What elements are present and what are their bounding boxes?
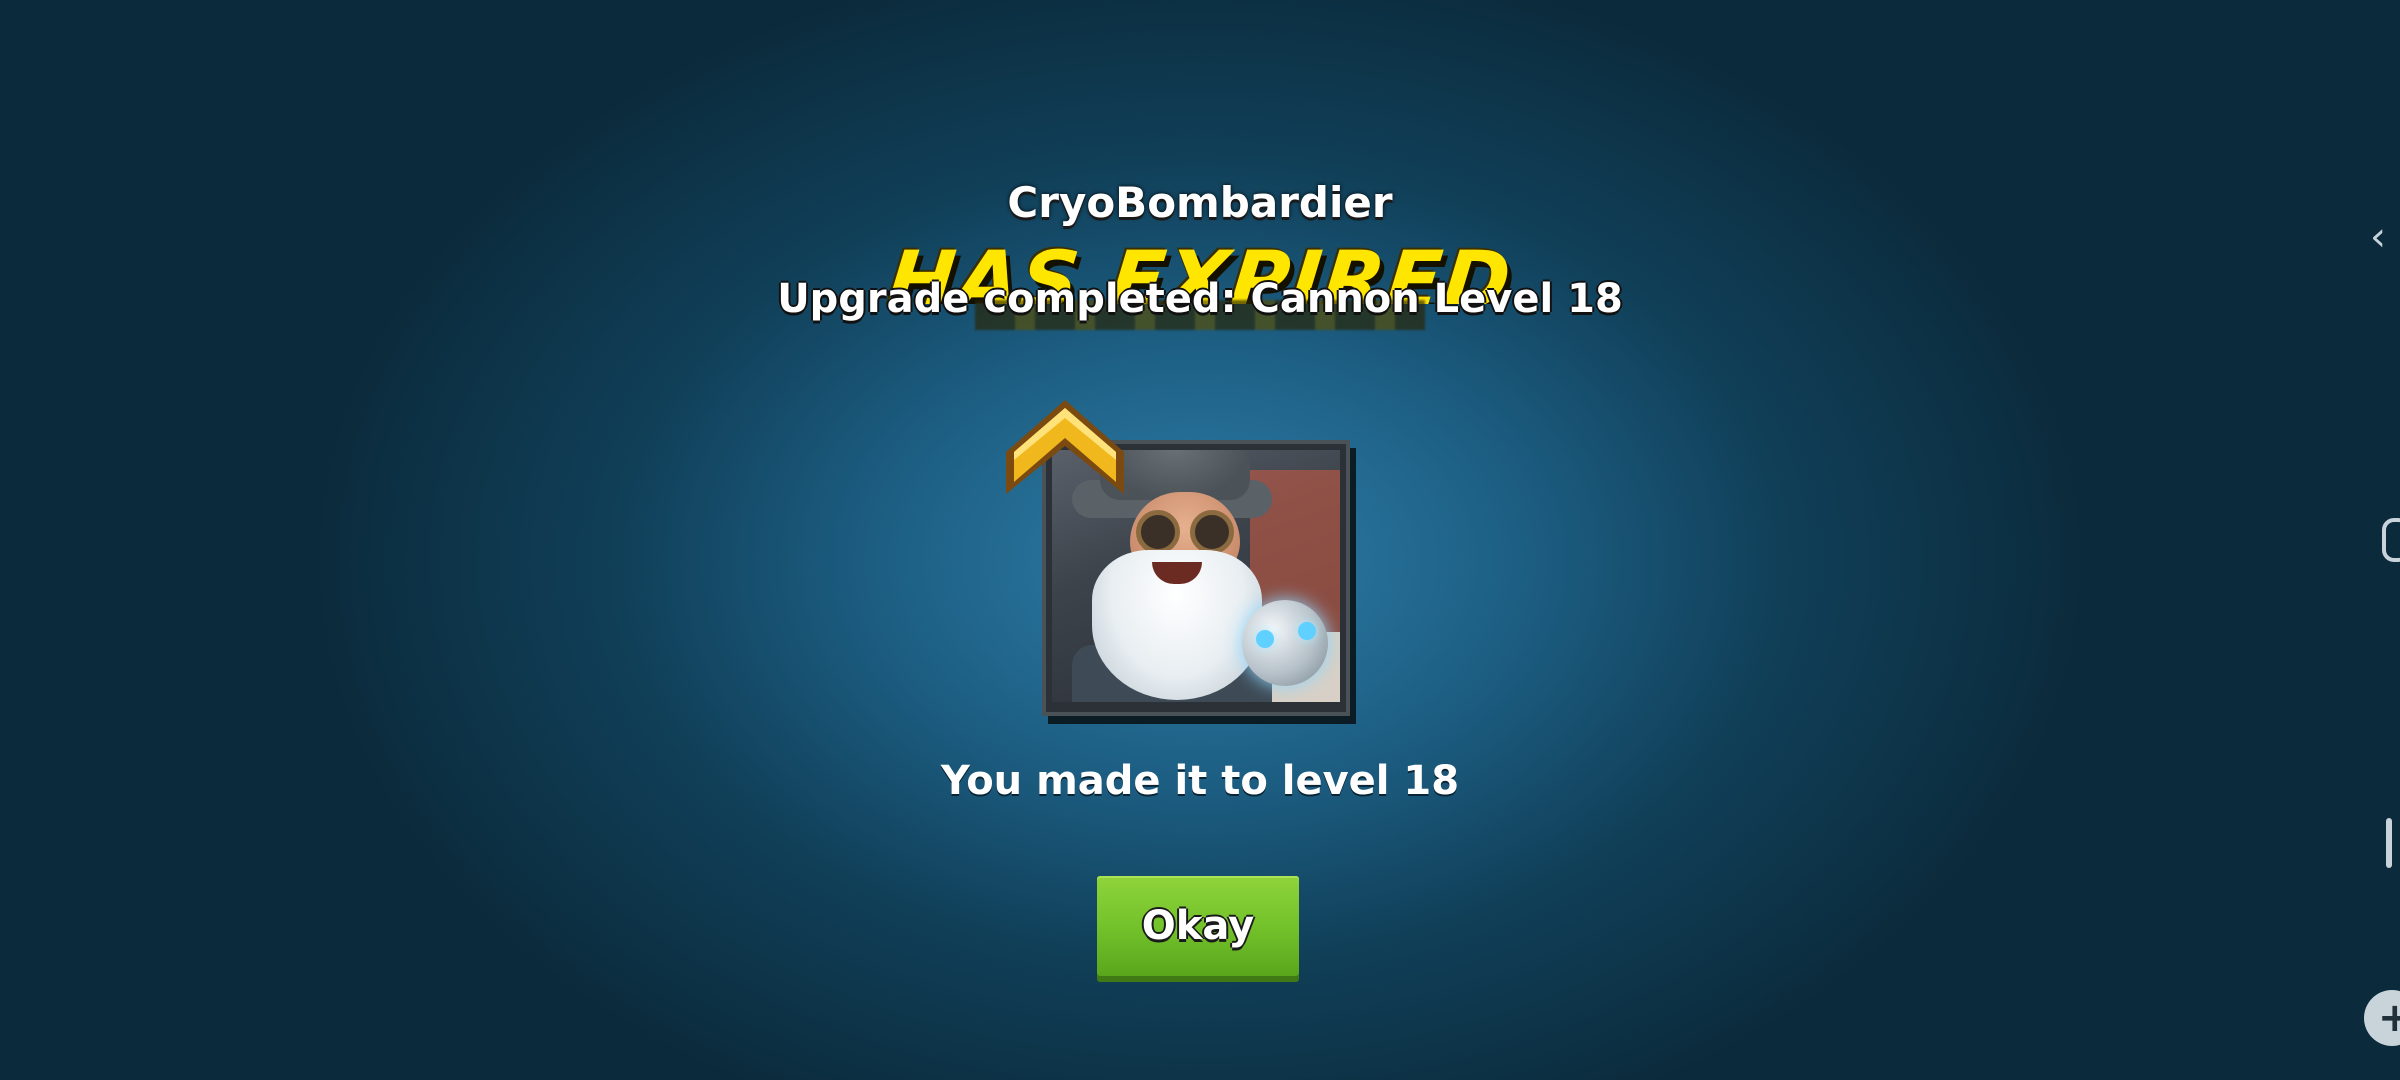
- okay-button[interactable]: Okay: [1097, 876, 1299, 976]
- goggle-right: [1190, 510, 1234, 554]
- recents-icon[interactable]: [2386, 818, 2392, 868]
- goggle-left: [1136, 510, 1180, 554]
- plus-icon[interactable]: +: [2364, 990, 2400, 1046]
- edge-navigation: ‹ +: [2360, 0, 2400, 1080]
- hero-name: CryoBombardier: [1007, 178, 1393, 227]
- home-icon[interactable]: [2382, 518, 2400, 562]
- hero-portrait: ❄: [1006, 400, 1350, 716]
- chevron-up-icon: [1006, 400, 1124, 494]
- okay-button-label: Okay: [1141, 903, 1255, 949]
- ice-bomb: [1242, 600, 1328, 686]
- back-icon[interactable]: ‹: [2370, 217, 2400, 257]
- upgrade-completed-text: Upgrade completed: Cannon Level 18: [777, 276, 1623, 322]
- level-reached-text: You made it to level 18: [940, 758, 1460, 804]
